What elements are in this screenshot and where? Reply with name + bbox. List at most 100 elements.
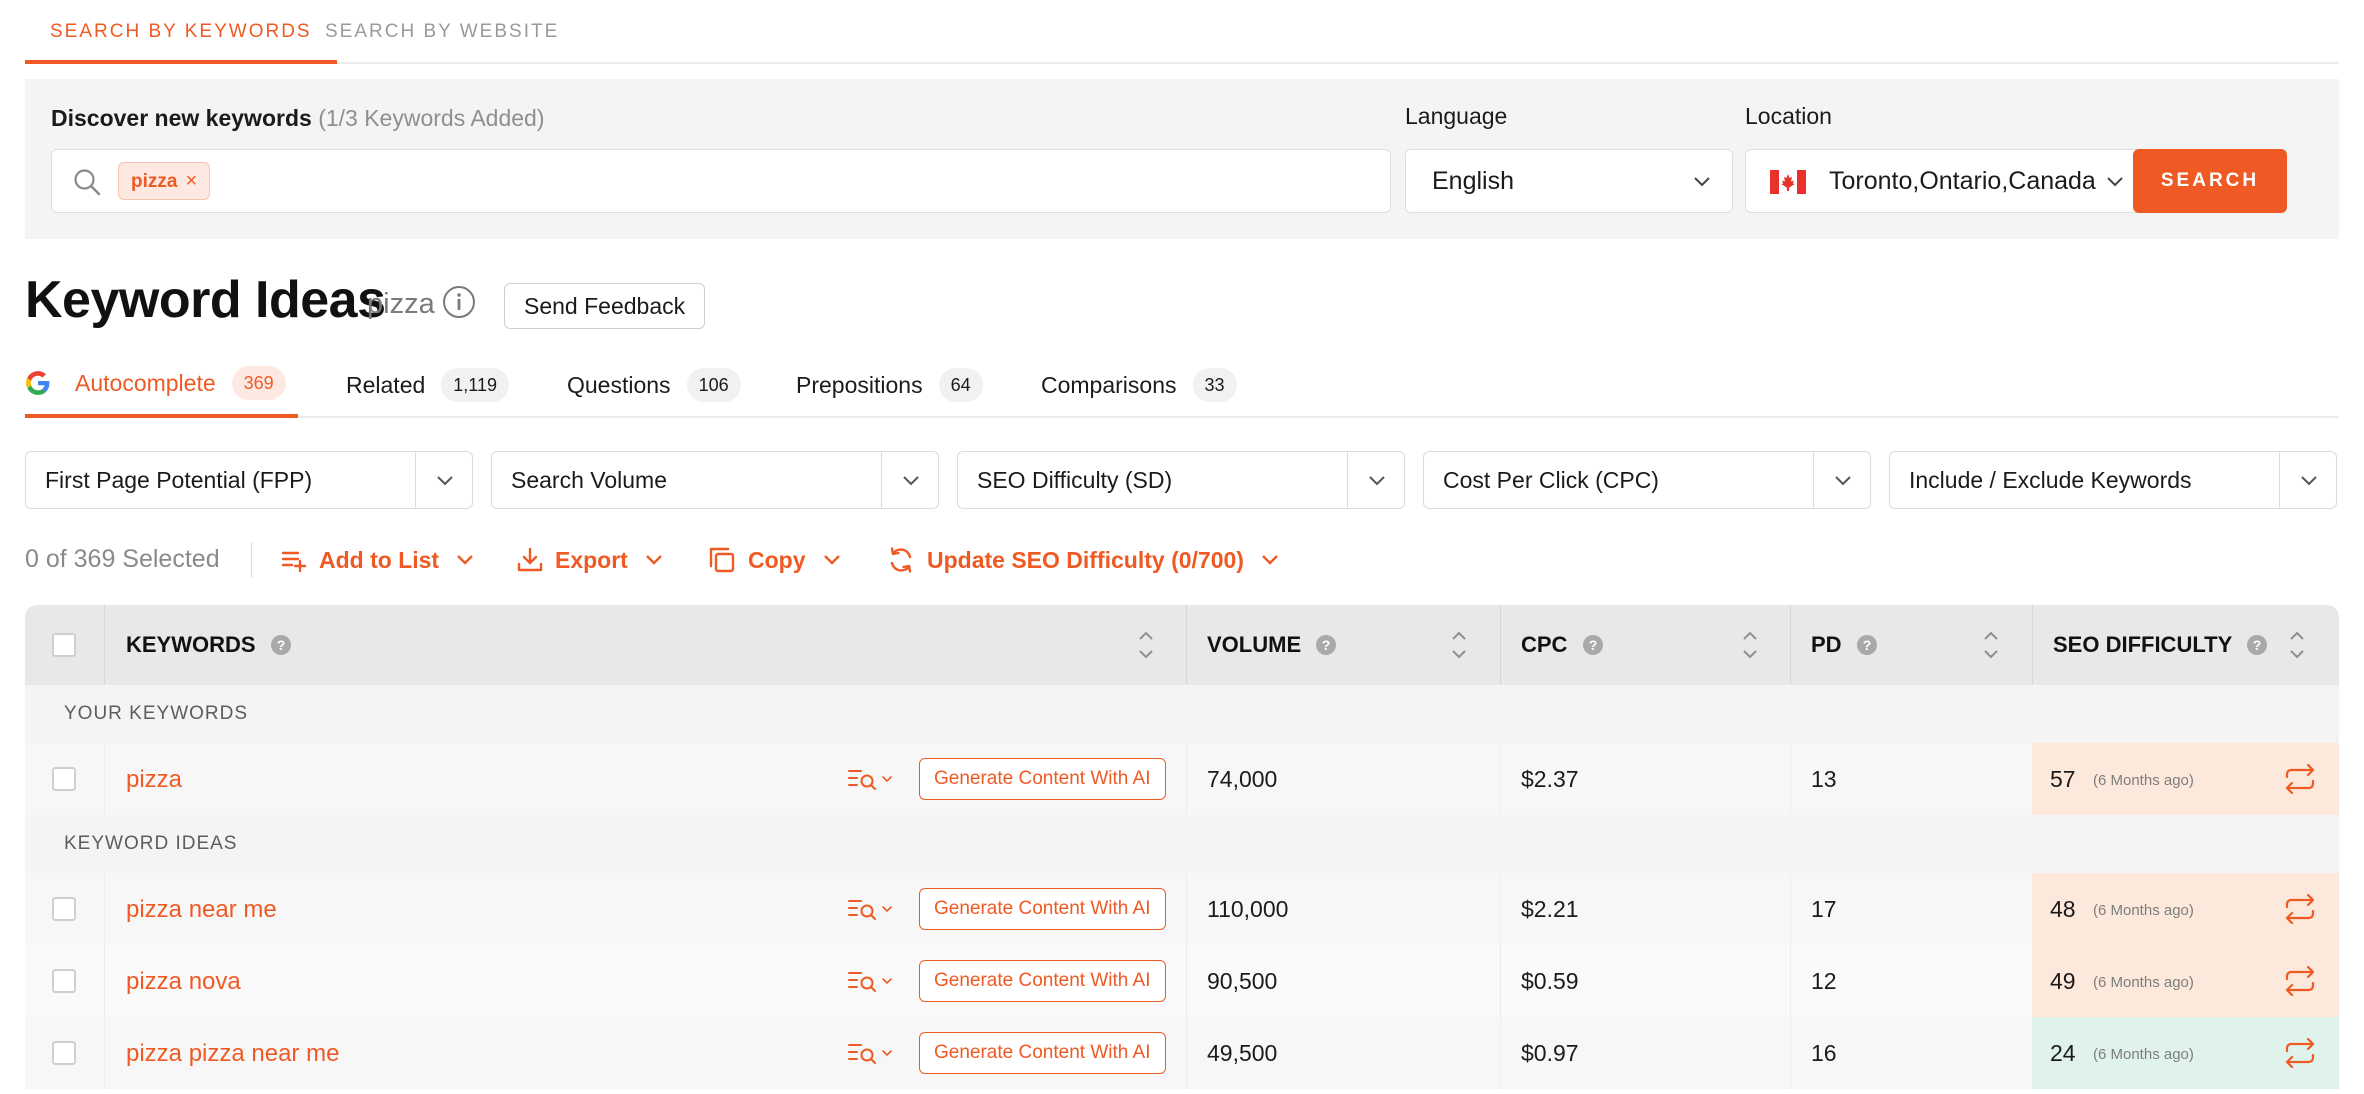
table-row: pizza pizza near me Generate Content With… — [25, 1017, 2339, 1089]
column-header-cpc[interactable]: CPC ? — [1521, 605, 1604, 685]
search-mode-tabs: SEARCH BY KEYWORDS SEARCH BY WEBSITE — [25, 0, 2339, 64]
chevron-down-icon — [2299, 471, 2319, 491]
tab-comparisons[interactable]: Comparisons 33 — [1041, 352, 1237, 418]
select-all-checkbox[interactable] — [52, 633, 76, 657]
generate-content-button[interactable]: Generate Content With AI — [919, 960, 1166, 1002]
refresh-icon[interactable] — [2283, 893, 2317, 925]
pd-value: 12 — [1811, 968, 1837, 994]
filter-cost-per-click[interactable]: Cost Per Click (CPC) — [1423, 451, 1871, 509]
generate-content-button[interactable]: Generate Content With AI — [919, 888, 1166, 930]
sort-icon[interactable] — [1981, 625, 2001, 665]
add-to-list-label: Add to List — [319, 546, 440, 573]
discover-label-text: Discover new keywords — [51, 105, 312, 131]
help-icon[interactable]: ? — [270, 634, 292, 656]
language-select[interactable]: English — [1405, 149, 1733, 213]
filter-include-exclude[interactable]: Include / Exclude Keywords — [1889, 451, 2337, 509]
seo-difficulty-value: 24 — [2050, 1040, 2076, 1066]
row-checkbox[interactable] — [52, 767, 76, 791]
svg-text:?: ? — [276, 637, 285, 653]
help-icon[interactable]: ? — [1582, 634, 1604, 656]
help-icon[interactable]: ? — [2246, 634, 2268, 656]
chevron-down-icon — [1260, 550, 1280, 570]
location-select[interactable]: Toronto,Ontario,Canada — [1745, 149, 2146, 213]
tab-related[interactable]: Related 1,119 — [346, 352, 509, 418]
tab-search-by-keywords[interactable]: SEARCH BY KEYWORDS — [25, 0, 337, 64]
filter-seo-difficulty[interactable]: SEO Difficulty (SD) — [957, 451, 1405, 509]
section-keyword-ideas: KEYWORD IDEAS — [25, 815, 2339, 873]
generate-content-button[interactable]: Generate Content With AI — [919, 758, 1166, 800]
generate-content-button[interactable]: Generate Content With AI — [919, 1032, 1166, 1074]
cpc-value: $2.21 — [1521, 896, 1579, 922]
column-header-pd[interactable]: PD ? — [1811, 605, 1878, 685]
refresh-icon[interactable] — [2283, 763, 2317, 795]
refresh-icon[interactable] — [2283, 965, 2317, 997]
column-header-volume[interactable]: VOLUME ? — [1207, 605, 1337, 685]
tab-prepositions-label: Prepositions — [796, 371, 923, 398]
info-icon[interactable] — [441, 284, 477, 320]
tab-prepositions-count: 64 — [938, 368, 983, 402]
update-seo-difficulty-button[interactable]: Update SEO Difficulty (0/700) — [887, 540, 1280, 580]
close-icon[interactable]: × — [185, 170, 197, 192]
update-seo-difficulty-label: Update SEO Difficulty (0/700) — [927, 546, 1244, 573]
tab-prepositions[interactable]: Prepositions 64 — [796, 352, 983, 418]
column-header-keywords[interactable]: KEYWORDS ? — [126, 605, 292, 685]
keywords-added-count: (1/3 Keywords Added) — [318, 105, 545, 131]
keyword-link[interactable]: pizza nova — [126, 945, 241, 1017]
keyword-table: KEYWORDS ? VOLUME ? CPC ? PD ? SEO DIFFI… — [25, 605, 2339, 1094]
search-button[interactable]: SEARCH — [2133, 149, 2287, 213]
sort-icon[interactable] — [1136, 625, 1156, 665]
column-header-seo-difficulty[interactable]: SEO DIFFICULTY ? — [2053, 605, 2268, 685]
tab-related-count: 1,119 — [441, 368, 509, 402]
serp-analysis-icon[interactable] — [847, 896, 897, 922]
cpc-value: $2.37 — [1521, 766, 1579, 792]
send-feedback-button[interactable]: Send Feedback — [504, 283, 706, 329]
row-checkbox[interactable] — [52, 897, 76, 921]
column-header-pd-label: PD — [1811, 632, 1842, 657]
filter-first-page-potential[interactable]: First Page Potential (FPP) — [25, 451, 473, 509]
svg-text:?: ? — [2253, 637, 2262, 653]
table-header: KEYWORDS ? VOLUME ? CPC ? PD ? SEO DIFFI… — [25, 605, 2339, 685]
filter-label: Include / Exclude Keywords — [1909, 467, 2192, 493]
keyword-link[interactable]: pizza near me — [126, 873, 277, 945]
tab-search-by-website[interactable]: SEARCH BY WEBSITE — [300, 0, 584, 64]
add-to-list-button[interactable]: Add to List — [281, 540, 475, 580]
help-icon[interactable]: ? — [1856, 634, 1878, 656]
chevron-down-icon — [2105, 172, 2125, 192]
chevron-down-icon — [901, 471, 921, 491]
refresh-icon — [887, 546, 915, 574]
sort-icon[interactable] — [1449, 625, 1469, 665]
row-checkbox[interactable] — [52, 1041, 76, 1065]
serp-analysis-icon[interactable] — [847, 968, 897, 994]
seo-difficulty-cell: 49 (6 Months ago) — [2032, 945, 2339, 1017]
svg-text:?: ? — [1322, 637, 1331, 653]
copy-button[interactable]: Copy — [708, 540, 842, 580]
refresh-icon[interactable] — [2283, 1037, 2317, 1069]
tab-autocomplete[interactable]: Autocomplete 369 — [25, 352, 298, 418]
tab-related-label: Related — [346, 371, 426, 398]
export-button[interactable]: Export — [517, 540, 664, 580]
language-value: English — [1432, 167, 1514, 195]
tab-questions[interactable]: Questions 106 — [567, 352, 741, 418]
serp-analysis-icon[interactable] — [847, 766, 897, 792]
section-your-keywords: YOUR KEYWORDS — [25, 685, 2339, 743]
table-row: pizza near me Generate Content With AI 110… — [25, 873, 2339, 945]
volume-value: 110,000 — [1207, 896, 1289, 922]
chevron-down-icon — [644, 550, 664, 570]
row-checkbox[interactable] — [52, 969, 76, 993]
filter-search-volume[interactable]: Search Volume — [491, 451, 939, 509]
selected-count: 0 of 369 Selected — [25, 545, 220, 573]
seo-difficulty-value: 57 — [2050, 766, 2076, 792]
sort-icon[interactable] — [2287, 625, 2307, 665]
keyword-link[interactable]: pizza pizza near me — [126, 1017, 339, 1089]
seo-difficulty-value: 48 — [2050, 896, 2076, 922]
serp-analysis-icon[interactable] — [847, 1040, 897, 1066]
keyword-chip: pizza × — [118, 162, 211, 200]
tab-comparisons-count: 33 — [1192, 368, 1237, 402]
chevron-down-icon — [435, 471, 455, 491]
sort-icon[interactable] — [1740, 625, 1760, 665]
tab-autocomplete-count: 369 — [231, 366, 286, 400]
keyword-link[interactable]: pizza — [126, 743, 182, 815]
keyword-input[interactable]: pizza × — [51, 149, 1391, 213]
help-icon[interactable]: ? — [1315, 634, 1337, 656]
pd-value: 13 — [1811, 766, 1837, 792]
